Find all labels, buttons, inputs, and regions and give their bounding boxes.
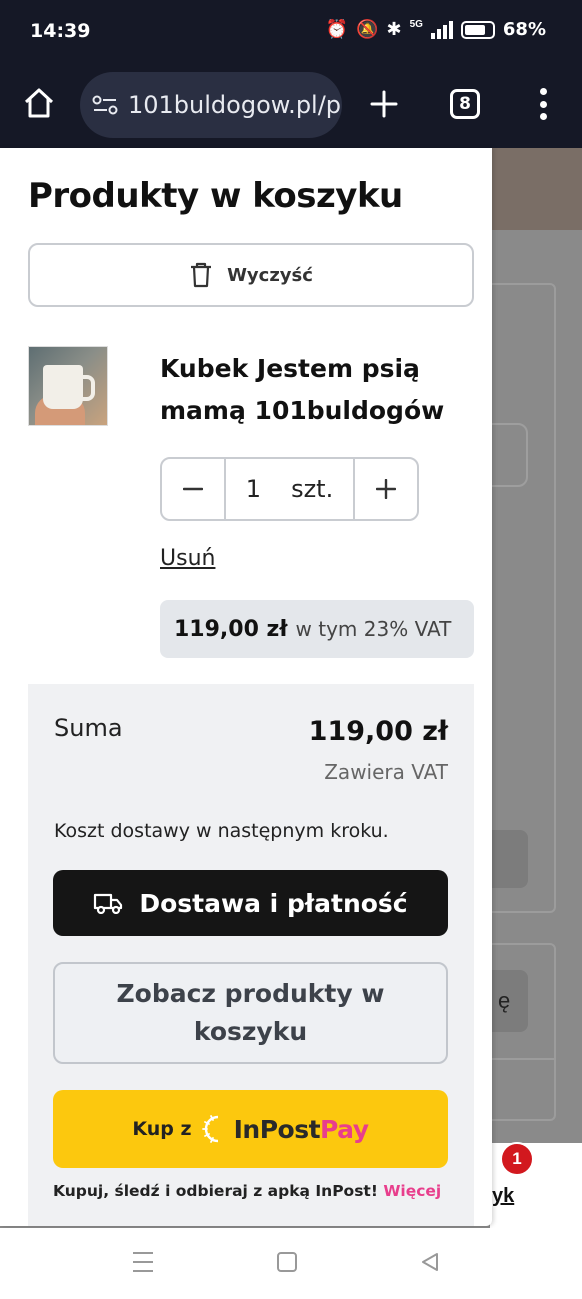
mute-icon: 🔕	[356, 19, 379, 39]
summary-label: Suma	[54, 714, 123, 742]
shipping-note: Koszt dostawy w następnym kroku.	[54, 820, 389, 842]
summary-total: 119,00 zł	[308, 716, 448, 747]
inpost-more-link[interactable]: Więcej	[383, 1182, 441, 1200]
status-icons: ⏰ 🔕 ✱ 5G 68%	[326, 19, 546, 40]
cart-title: Produkty w koszyku	[28, 176, 403, 216]
summary-vat-note: Zawiera VAT	[324, 760, 448, 784]
alarm-icon: ⏰	[325, 19, 349, 39]
cart-drawer: Produkty w koszyku Wyczyść Kubek Jestem …	[0, 148, 492, 1226]
quantity-stepper: 1 szt.	[160, 457, 419, 521]
plus-icon	[376, 479, 396, 499]
increase-quantity-button[interactable]	[353, 459, 417, 519]
signal-icon	[430, 20, 453, 39]
checkout-label: Dostawa i płatność	[139, 888, 408, 918]
view-cart-button[interactable]: Zobacz produkty w koszyku	[53, 962, 448, 1064]
product-thumbnail[interactable]	[28, 346, 108, 426]
truck-icon	[94, 893, 123, 914]
inpost-pay-button[interactable]: Kup z InPostPay	[53, 1090, 448, 1168]
recent-apps-icon[interactable]	[133, 1252, 153, 1272]
cart-count-badge: 1	[500, 1142, 534, 1176]
system-nav-bar	[0, 1228, 582, 1299]
tab-switcher-button[interactable]: 8	[450, 89, 480, 119]
trash-icon	[191, 262, 212, 288]
minus-icon	[183, 487, 203, 491]
clear-cart-button[interactable]: Wyczyść	[28, 243, 474, 307]
remove-item-link[interactable]: Usuń	[160, 546, 215, 571]
network-type: 5G	[409, 19, 423, 30]
more-menu-icon[interactable]	[538, 88, 548, 120]
site-settings-icon[interactable]	[92, 95, 118, 115]
background-cart-label: yk	[492, 1185, 515, 1207]
quantity-field[interactable]: 1 szt.	[226, 459, 353, 519]
view-cart-label: Zobacz produkty w koszyku	[116, 979, 385, 1046]
inpost-kup-label: Kup z	[132, 1118, 192, 1140]
status-time: 14:39	[30, 20, 91, 42]
background-hero	[490, 148, 582, 230]
checkout-button[interactable]: Dostawa i płatność	[53, 870, 448, 936]
clear-cart-label: Wyczyść	[227, 264, 313, 286]
url-text: 101buldogow.pl/p	[128, 91, 342, 119]
battery-icon	[460, 20, 495, 39]
cart-summary: Suma 119,00 zł Zawiera VAT Koszt dostawy…	[28, 684, 474, 1226]
inpost-sun-icon	[201, 1115, 218, 1143]
inpost-note-text: Kupuj, śledź i odbieraj z apką InPost!	[53, 1182, 378, 1200]
bluetooth-icon: ✱	[386, 19, 402, 39]
product-name[interactable]: Kubek Jestem psią mamą 101buldogów	[160, 348, 460, 432]
home-icon[interactable]	[22, 86, 56, 120]
status-bar: 14:39 ⏰ 🔕 ✱ 5G 68%	[0, 0, 582, 64]
home-nav-icon[interactable]	[277, 1252, 297, 1272]
item-vat-note: w tym 23% VAT	[295, 617, 452, 641]
back-icon[interactable]	[420, 1252, 440, 1272]
browser-toolbar: 101buldogow.pl/p 8	[0, 64, 582, 148]
inpost-note: Kupuj, śledź i odbieraj z apką InPost! W…	[53, 1182, 448, 1200]
quantity-unit: szt.	[291, 475, 334, 503]
quantity-value: 1	[245, 475, 262, 503]
address-bar[interactable]: 101buldogow.pl/p	[80, 72, 342, 138]
item-price: 119,00 zł	[174, 616, 288, 642]
decrease-quantity-button[interactable]	[162, 459, 226, 519]
inpost-pay-logo: InPostPay	[233, 1114, 369, 1144]
new-tab-icon[interactable]	[368, 88, 400, 120]
battery-level: 68%	[502, 19, 546, 40]
item-price-box: 119,00 zł w tym 23% VAT	[160, 600, 474, 658]
